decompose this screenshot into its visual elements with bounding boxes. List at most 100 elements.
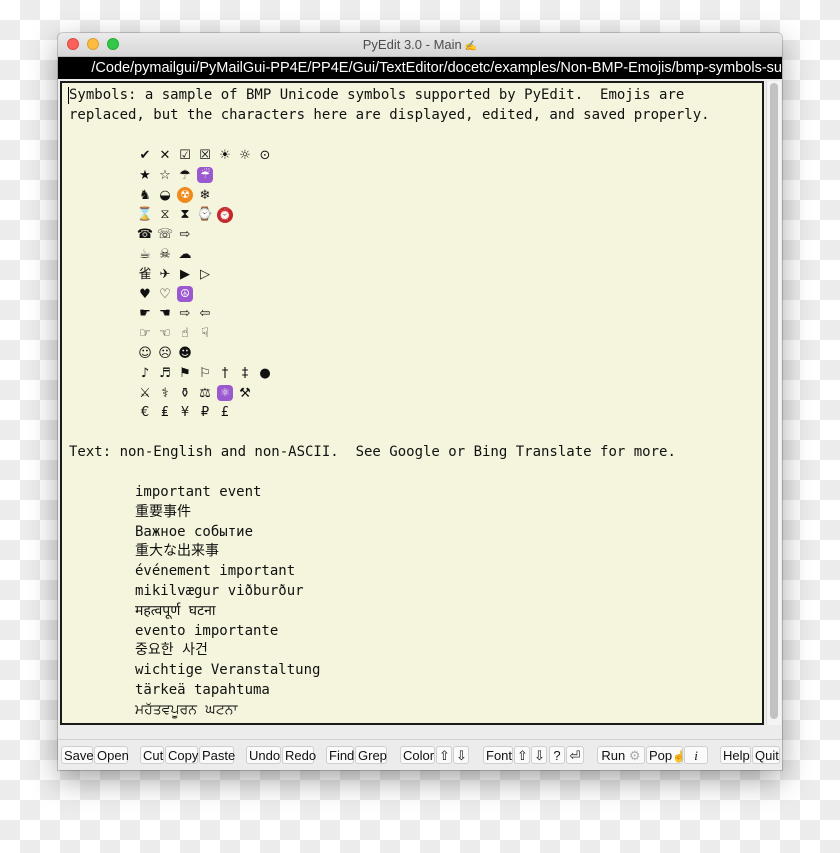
symbol-glyph: ⌚	[196, 207, 214, 223]
symbol-row: ☕ ☠ ☁	[135, 244, 195, 264]
symbol-glyph: ♪	[140, 365, 150, 381]
phrase-line: important event	[135, 484, 262, 500]
symbol-row: ✔ ✕ ☑ ☒ ☀ ☼ ⊙	[135, 145, 275, 165]
symbol-glyph: ☞	[139, 326, 151, 342]
symbol-glyph: ☂	[179, 167, 191, 183]
symbol-glyph: ⚑	[179, 365, 191, 381]
emoji-symbol: ⚛	[217, 385, 233, 402]
font-help-button[interactable]: ?	[549, 746, 565, 764]
color-button[interactable]: Color	[400, 746, 435, 764]
font-up-button[interactable]: ⇧	[514, 746, 530, 764]
symbol-glyph: ⇦	[199, 306, 211, 322]
symbol-glyph: ☢	[175, 186, 195, 206]
emoji-symbol: ⏰	[217, 206, 233, 223]
symbol-row: 雀 ✈ ▶ ▷	[135, 264, 215, 284]
intro-line-2: replaced, but the characters here are di…	[69, 107, 710, 123]
grep-button[interactable]: Grep	[355, 746, 387, 764]
symbol-glyph: ☮	[175, 285, 195, 305]
cut-button[interactable]: Cut	[140, 746, 164, 764]
symbol-glyph: †	[221, 365, 229, 381]
symbol-glyph: ☁	[178, 247, 192, 262]
save-button[interactable]: Save	[61, 746, 94, 764]
symbol-glyph: ⚖	[199, 385, 211, 401]
phrase-line: 重大な出来事	[135, 543, 219, 560]
symbol-row: ♞ ◒ ☢ ❄	[135, 185, 215, 205]
symbol-glyph: ★	[139, 167, 151, 183]
symbol-glyph: ♞	[139, 187, 151, 203]
phrase-line: événement important	[135, 563, 296, 580]
vertical-scrollbar[interactable]	[766, 81, 781, 725]
symbol-glyph: ☝	[181, 326, 189, 342]
symbol-glyph: ‡	[241, 365, 249, 381]
window-title: PyEdit 3.0 - Main ✍	[58, 37, 782, 52]
symbol-glyph: ⊙	[259, 148, 271, 163]
font-enter-button[interactable]: ⏎	[566, 746, 584, 764]
symbol-glyph: ✕	[159, 148, 171, 163]
symbol-glyph: ⇨	[179, 306, 191, 322]
symbol-row: ☎ ☏ ⇨	[135, 224, 195, 244]
symbol-glyph: ☑	[179, 148, 191, 163]
symbol-glyph: ☠	[159, 247, 171, 262]
phrase-line: 重要事件	[135, 503, 191, 520]
symbol-glyph: ⚕	[161, 385, 169, 401]
file-path: /Code/pymailgui/PyMailGui-PP4E/PP4E/Gui/…	[91, 60, 782, 76]
emoji-symbol: ☔	[197, 167, 213, 184]
font-down-button[interactable]: ⇩	[531, 746, 547, 764]
symbol-glyph: ☜	[159, 326, 171, 342]
phrase-line: Важное событие	[135, 523, 254, 540]
text-editor[interactable]: Symbols: a sample of BMP Unicode symbols…	[60, 81, 764, 725]
info-button[interactable]: i	[684, 746, 708, 764]
symbol-glyph: ✈	[159, 266, 171, 282]
symbol-glyph: 雀	[138, 266, 152, 282]
symbol-row: ☞ ☜ ☝ ☟	[135, 323, 215, 343]
scrollbar-thumb[interactable]	[770, 83, 778, 719]
symbol-glyph: ☚	[159, 306, 171, 322]
redo-button[interactable]: Redo	[282, 746, 316, 764]
symbol-glyph: ♬	[159, 365, 171, 381]
run-label: Run	[601, 748, 626, 763]
window-title-text: PyEdit 3.0 - Main	[362, 37, 462, 52]
copy-button[interactable]: Copy	[165, 746, 198, 764]
find-button[interactable]: Find	[326, 746, 354, 764]
help-button[interactable]: Help	[720, 746, 751, 764]
symbol-glyph: €	[140, 405, 150, 421]
symbol-glyph: ☀	[219, 148, 231, 163]
phrase-line: 중요한 사건	[135, 642, 208, 659]
symbol-glyph: ⚔	[139, 385, 151, 401]
symbol-glyph: ☕	[139, 247, 151, 262]
title-bar[interactable]: PyEdit 3.0 - Main ✍	[58, 33, 782, 57]
symbol-glyph: ☺	[138, 346, 152, 361]
symbol-glyph: ▶	[180, 266, 190, 282]
color-down-button[interactable]: ⇩	[453, 746, 469, 764]
symbol-row: ☺ ☹ ☻	[135, 343, 195, 363]
symbol-glyph: ☹	[158, 346, 172, 361]
undo-button[interactable]: Undo	[246, 746, 281, 764]
phrase-line: ਮਹੱਤਵਪੂਰਨ ਘਟਨਾ	[135, 701, 238, 718]
run-button[interactable]: Run ⚙	[597, 746, 645, 764]
symbol-glyph: ⚛	[215, 384, 235, 404]
symbol-glyph: ⚐	[199, 365, 211, 381]
symbol-glyph: ♥	[139, 286, 151, 302]
pop-button[interactable]: Pop☝	[646, 746, 686, 764]
symbol-glyph: ₤	[160, 405, 170, 421]
symbol-glyph: ₽	[200, 405, 210, 421]
open-button[interactable]: Open	[94, 746, 129, 764]
symbol-glyph: ☆	[159, 167, 171, 183]
phrase-line: tärkeä tapahtuma	[135, 682, 270, 698]
symbol-glyph: ⧗	[180, 207, 190, 223]
symbol-glyph: ✔	[139, 148, 151, 163]
symbol-glyph: ●	[259, 365, 271, 381]
symbol-row: ★ ☆ ☂ ☔	[135, 165, 215, 185]
symbol-glyph: ☛	[139, 306, 151, 322]
color-up-button[interactable]: ⇧	[436, 746, 452, 764]
quit-button[interactable]: Quit	[752, 746, 780, 764]
phrase-line: evento importante	[135, 622, 279, 639]
symbol-row: ♪ ♬ ⚑ ⚐ † ‡ ●	[135, 363, 275, 383]
symbol-glyph: ⚱	[179, 385, 191, 401]
symbol-row: ⚔ ⚕ ⚱ ⚖ ⚛ ⚒	[135, 383, 255, 403]
symbol-glyph: ▷	[200, 266, 210, 282]
symbol-glyph: ♡	[159, 286, 171, 302]
paste-button[interactable]: Paste	[199, 746, 235, 764]
text-heading: Text: non-English and non-ASCII. See Goo…	[69, 444, 676, 460]
font-button[interactable]: Font	[483, 746, 513, 764]
